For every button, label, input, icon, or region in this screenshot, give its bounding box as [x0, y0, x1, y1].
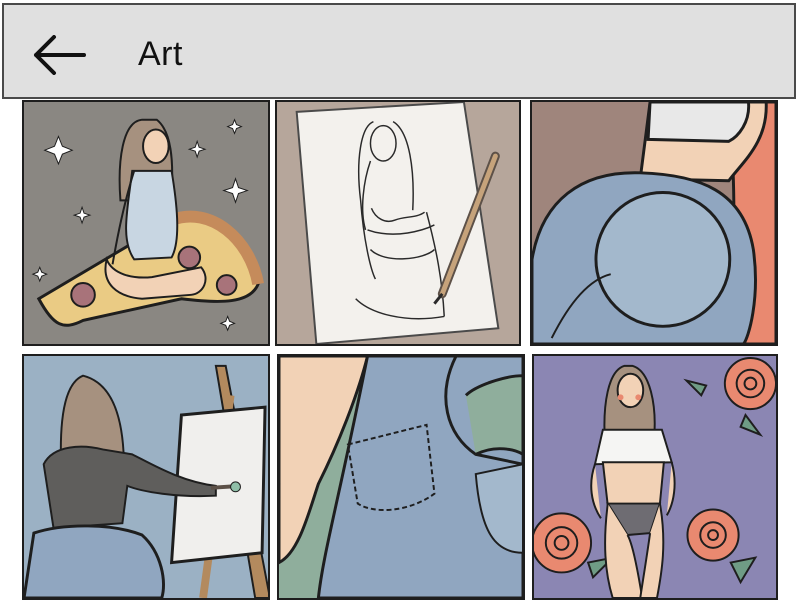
pencil-sketch-artwork [277, 102, 519, 344]
page-title: Art [138, 35, 183, 73]
gallery-tile-jeans-pocket[interactable] [277, 354, 525, 600]
girl-with-roses-artwork [534, 356, 776, 598]
arrow-left-icon [34, 35, 86, 75]
girl-painting-artwork [24, 356, 268, 598]
app-bar: Art [2, 3, 796, 99]
gallery-tile-pencil-sketch[interactable] [275, 100, 521, 346]
jeans-closeup-artwork [532, 102, 776, 344]
gallery-tile-jeans-closeup[interactable] [530, 100, 778, 346]
girl-on-pizza-artwork [24, 102, 268, 344]
gallery-tile-girl-painting[interactable] [22, 354, 270, 600]
jeans-pocket-artwork [279, 356, 523, 598]
gallery-tile-girl-on-pizza[interactable] [22, 100, 270, 346]
back-button[interactable] [28, 31, 92, 79]
gallery-tile-girl-with-roses[interactable] [532, 354, 778, 600]
